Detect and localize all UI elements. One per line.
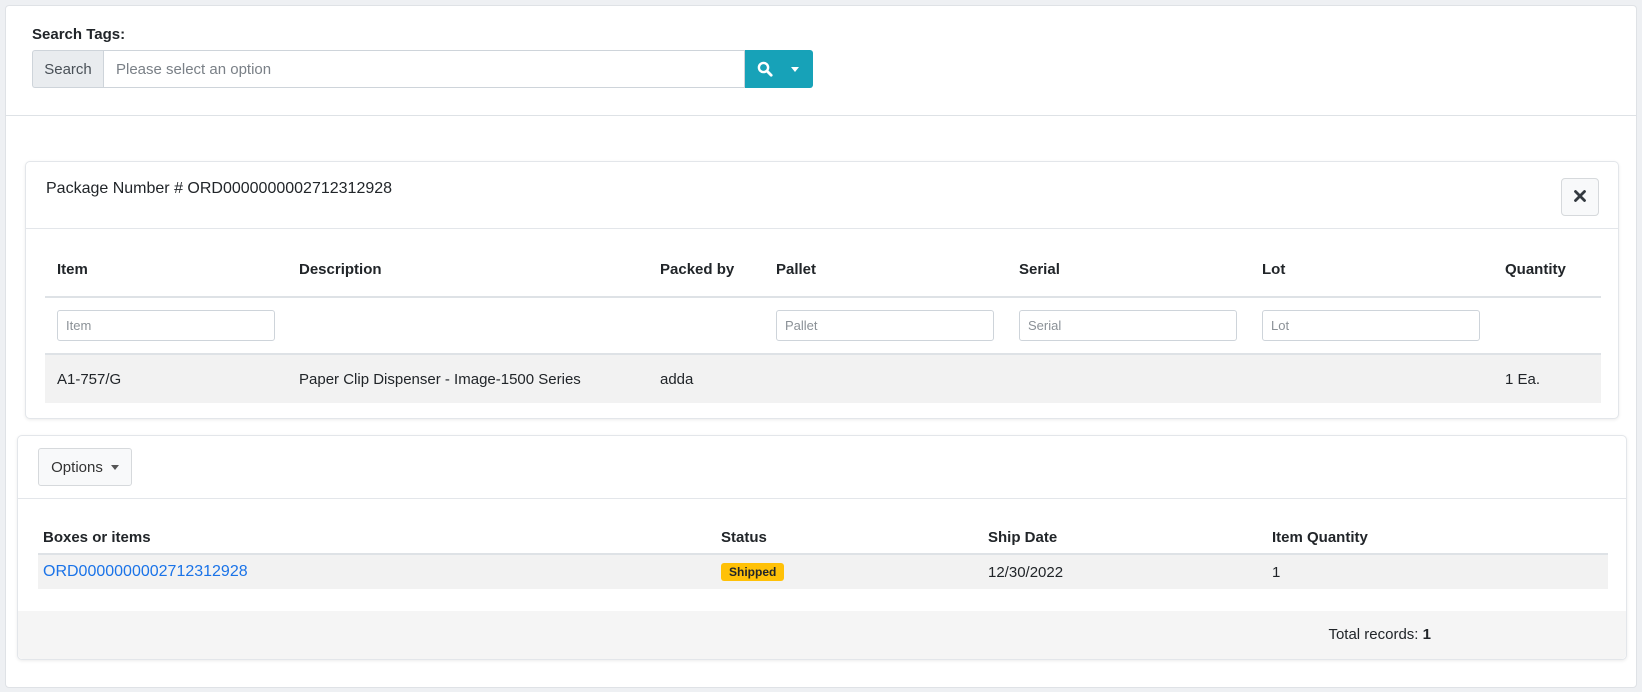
column-header-packed-by[interactable]: Packed by (648, 261, 764, 278)
boxes-card: Options Boxes or items Status Ship Date … (17, 435, 1627, 660)
column-header-boxes[interactable]: Boxes or items (38, 529, 716, 546)
column-header-lot[interactable]: Lot (1250, 261, 1493, 278)
close-package-button[interactable] (1561, 178, 1599, 216)
table-header: Boxes or items Status Ship Date Item Qua… (38, 522, 1608, 555)
item-filter-input[interactable] (57, 310, 275, 341)
search-button[interactable] (745, 50, 813, 88)
column-header-pallet[interactable]: Pallet (764, 261, 1007, 278)
serial-filter-input[interactable] (1019, 310, 1237, 341)
options-label: Options (51, 458, 103, 476)
cell-item: A1-757/G (57, 370, 122, 388)
cell-ship-date: 12/30/2022 (988, 563, 1064, 581)
lot-filter-input[interactable] (1262, 310, 1480, 341)
cell-quantity: 1 Ea. (1505, 370, 1541, 388)
close-icon (1574, 189, 1586, 205)
search-tags-label: Search Tags: (32, 26, 126, 43)
package-title: Package Number # ORD0000000002712312928 (46, 180, 393, 197)
cell-item-quantity: 1 (1272, 563, 1281, 581)
box-link[interactable]: ORD0000000002712312928 (43, 563, 248, 580)
column-header-serial[interactable]: Serial (1007, 261, 1250, 278)
search-tags-group: Search (32, 50, 813, 88)
table-header: Item Description Packed by Pallet Serial… (45, 242, 1601, 298)
column-header-item[interactable]: Item (45, 261, 287, 278)
table-footer: Total records: 1 (18, 611, 1626, 659)
dropdown-caret-icon[interactable] (785, 66, 805, 72)
package-items-table: Item Description Packed by Pallet Serial… (45, 242, 1601, 403)
boxes-table: Boxes or items Status Ship Date Item Qua… (38, 522, 1608, 589)
chevron-down-icon (110, 464, 119, 470)
total-records-label: Total records: (1328, 626, 1419, 643)
column-header-status[interactable]: Status (716, 529, 983, 546)
status-badge: Shipped (721, 563, 785, 581)
section-divider (6, 115, 1636, 116)
card-header-divider (26, 228, 1618, 229)
pallet-filter-input[interactable] (776, 310, 994, 341)
search-addon: Search (32, 50, 103, 88)
search-tags-input[interactable] (103, 50, 745, 88)
column-header-item-quantity[interactable]: Item Quantity (1267, 529, 1608, 546)
filter-row (45, 298, 1601, 355)
card-header-divider (18, 498, 1626, 499)
total-records: Total records: 1 (1328, 626, 1431, 643)
cell-description: Paper Clip Dispenser - Image-1500 Series (299, 370, 581, 388)
package-card: Package Number # ORD0000000002712312928 … (25, 161, 1619, 419)
table-row[interactable]: A1-757/G Paper Clip Dispenser - Image-15… (45, 355, 1601, 403)
table-row: ORD0000000002712312928 Shipped 12/30/202… (38, 555, 1608, 589)
cell-packed-by: adda (660, 370, 694, 388)
column-header-quantity[interactable]: Quantity (1493, 261, 1601, 278)
column-header-description[interactable]: Description (287, 261, 648, 278)
total-records-value: 1 (1422, 626, 1431, 643)
search-icon (745, 61, 785, 77)
column-header-ship-date[interactable]: Ship Date (983, 529, 1267, 546)
options-dropdown-button[interactable]: Options (38, 448, 132, 486)
main-panel: Search Tags: Search Package Number # ORD… (5, 5, 1637, 688)
